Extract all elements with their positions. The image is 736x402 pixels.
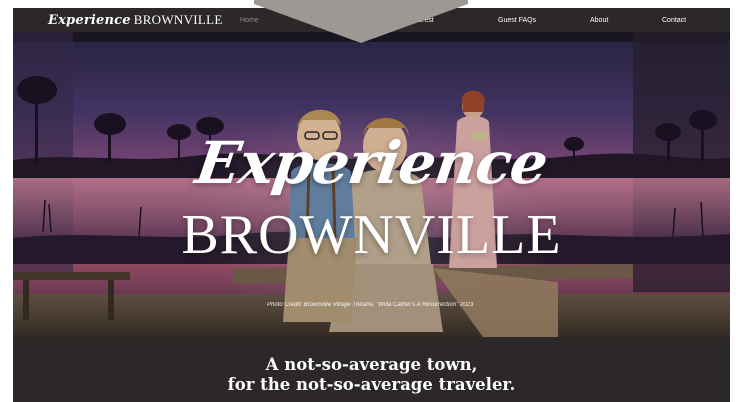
logo-script-text: Experience — [48, 13, 131, 28]
photo-credit: Photo Credit: Brownville Village Theatre… — [267, 302, 474, 308]
nav-link-about[interactable]: About — [590, 14, 608, 28]
nav-link-contact[interactable]: Contact — [662, 14, 686, 28]
tagline-line-1: A not-so-average town, — [265, 355, 478, 374]
logo-caps-text: BROWNVILLE — [133, 12, 223, 27]
dropdown-tab-indicator[interactable] — [254, 0, 468, 43]
page: ExperienceBROWNVILLE Home by Interest Gu… — [0, 0, 736, 402]
tagline-section: A not-so-average town, for the not-so-av… — [13, 337, 730, 402]
hero-title-caps: BROWNVILLE — [181, 204, 562, 266]
tagline-line-2: for the not-so-average traveler. — [227, 375, 516, 394]
site-logo[interactable]: Experience BROWNVILLE — [48, 12, 223, 28]
nav-link-guest-faqs[interactable]: Guest FAQs — [498, 14, 536, 28]
site-frame: ExperienceBROWNVILLE Home by Interest Gu… — [13, 8, 730, 402]
hero-title-script: Experience — [191, 129, 552, 197]
hero-section: Experience BROWNVILLE Photo Credit: Brow… — [13, 32, 730, 337]
